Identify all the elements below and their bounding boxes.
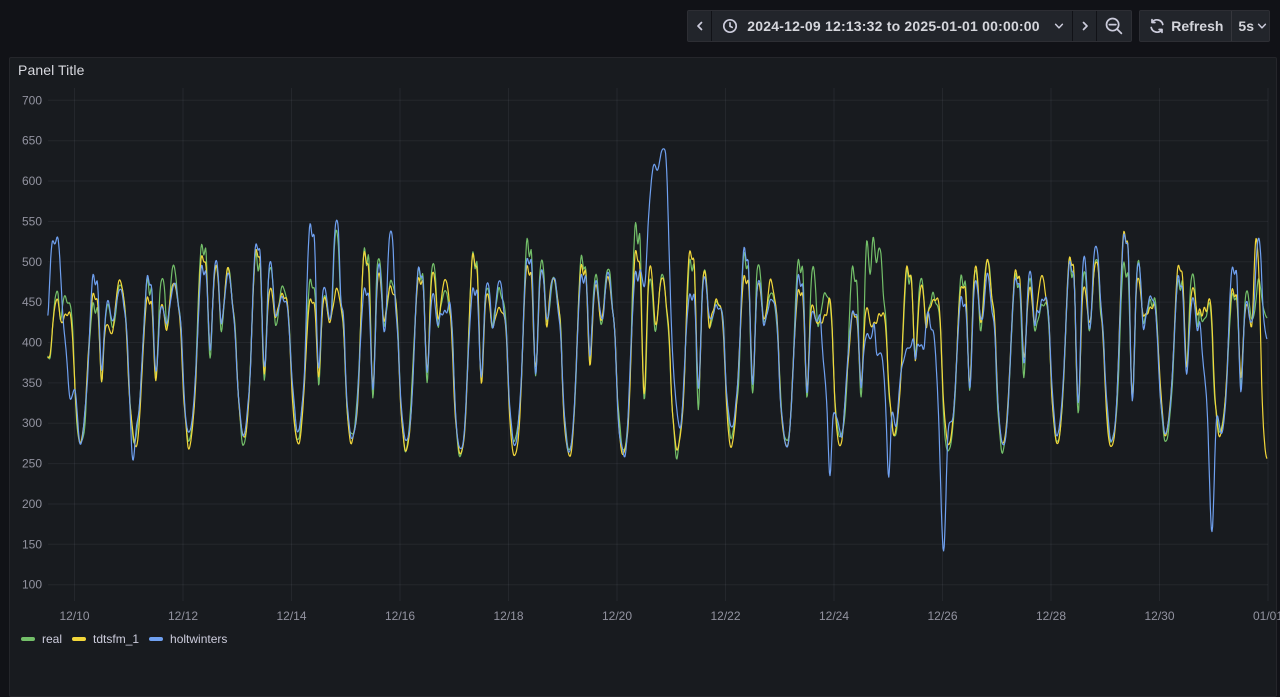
- svg-text:12/22: 12/22: [710, 609, 740, 623]
- svg-text:12/20: 12/20: [602, 609, 632, 623]
- svg-text:12/18: 12/18: [493, 609, 523, 623]
- svg-text:01/01: 01/01: [1253, 609, 1280, 623]
- svg-text:600: 600: [22, 174, 42, 188]
- svg-text:200: 200: [22, 497, 42, 511]
- svg-text:350: 350: [22, 376, 42, 390]
- svg-text:650: 650: [22, 134, 42, 148]
- svg-text:12/14: 12/14: [276, 609, 306, 623]
- svg-text:12/26: 12/26: [927, 609, 957, 623]
- svg-text:400: 400: [22, 336, 42, 350]
- svg-text:12/28: 12/28: [1036, 609, 1066, 623]
- svg-text:500: 500: [22, 255, 42, 269]
- svg-text:12/24: 12/24: [819, 609, 849, 623]
- svg-text:150: 150: [22, 537, 42, 551]
- svg-text:550: 550: [22, 214, 42, 228]
- svg-text:12/12: 12/12: [168, 609, 198, 623]
- svg-text:100: 100: [22, 578, 42, 592]
- svg-text:450: 450: [22, 295, 42, 309]
- svg-text:12/10: 12/10: [59, 609, 89, 623]
- svg-text:250: 250: [22, 457, 42, 471]
- svg-text:300: 300: [22, 416, 42, 430]
- svg-text:12/30: 12/30: [1144, 609, 1174, 623]
- svg-text:700: 700: [22, 93, 42, 107]
- svg-text:12/16: 12/16: [385, 609, 415, 623]
